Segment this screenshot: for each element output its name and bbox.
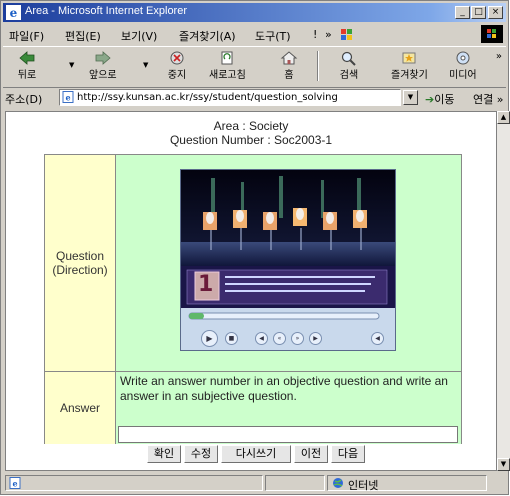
standard-toolbar: 뒤로 ▼ 앞으로 ▼ 중지 새로고침 홈 검색 즐겨찾기 미디어 » [3, 46, 506, 88]
answer-row: Answer Write an answer number in an obje… [45, 372, 461, 444]
status-bar: e 인터넷 [3, 473, 506, 493]
menu-favorites[interactable]: 즐겨찾기(A) [179, 28, 236, 44]
forward-dropdown-icon[interactable]: ▼ [143, 61, 148, 69]
forward-button[interactable]: 앞으로 [89, 50, 117, 81]
zone-text: 인터넷 [348, 479, 379, 492]
player-controls: ▶ ■ ◀ « » ▶ ◀ [181, 308, 395, 350]
menu-bar: 파일(F) 편집(E) 보기(V) 즐겨찾기(A) 도구(T) ! » [3, 24, 506, 44]
page-status-icon: e [9, 477, 21, 489]
security-zone-panel: 인터넷 [327, 475, 487, 492]
internet-explorer-icon: e [6, 5, 21, 20]
question-row: Question (Direction) 1 ▶ ■ ◀ « » ▶ ◀ [45, 155, 461, 372]
address-url: http://ssy.kunsan.ac.kr/ssy/student/ques… [77, 92, 338, 103]
home-button[interactable]: 홈 [279, 50, 299, 81]
menu-edit[interactable]: 편집(E) [65, 28, 101, 44]
answer-label: Answer [45, 372, 116, 444]
scroll-down-button[interactable]: ▼ [497, 458, 510, 471]
menu-tools[interactable]: 도구(T) [255, 28, 291, 44]
scroll-up-button[interactable]: ▲ [497, 111, 510, 124]
area-line: Area : Society [213, 119, 289, 133]
caption-number: 1 [198, 272, 214, 297]
forward-arrow-icon [95, 51, 111, 65]
edit-button[interactable]: 수정 [184, 445, 218, 463]
toolbar-overflow[interactable]: » [496, 51, 502, 62]
address-dropdown-button[interactable]: ▼ [403, 90, 418, 105]
globe-icon [333, 478, 343, 488]
media-button[interactable]: 미디어 [449, 50, 477, 81]
confirm-button[interactable]: 확인 [147, 445, 181, 463]
page-icon: e [62, 91, 74, 103]
address-label: 주소(D) [5, 93, 43, 106]
refresh-button[interactable]: 새로고침 [209, 50, 246, 81]
play-icon[interactable]: ▶ [201, 330, 218, 347]
question-meta: Area : Society Question Number : Soc2003… [6, 119, 496, 147]
address-bar: 주소(D) e http://ssy.kunsan.ac.kr/ssy/stude… [3, 88, 506, 108]
refresh-icon [221, 51, 233, 65]
minimize-button[interactable]: _ [455, 6, 470, 19]
stop-button[interactable]: 중지 [167, 50, 187, 81]
vertical-scrollbar[interactable]: ▲ ▼ [497, 111, 510, 471]
links-button[interactable]: 연결 » [473, 91, 503, 107]
status-text-panel: e [5, 475, 263, 491]
back-arrow-icon [19, 51, 35, 65]
address-input[interactable]: e http://ssy.kunsan.ac.kr/ssy/student/que… [59, 89, 401, 106]
menu-file[interactable]: 파일(F) [9, 28, 44, 44]
svg-text:e: e [12, 479, 17, 489]
video-player[interactable]: 1 ▶ ■ ◀ « » ▶ ◀ [180, 169, 396, 351]
back-button[interactable]: 뒤로 [17, 50, 37, 81]
status-panel [265, 475, 325, 491]
previous-icon[interactable]: ◀ [255, 332, 268, 345]
rewrite-button[interactable]: 다시쓰기 [221, 445, 291, 463]
favorites-icon [402, 52, 416, 64]
search-button[interactable]: 검색 [339, 50, 359, 81]
fast-forward-icon[interactable]: » [291, 332, 304, 345]
title-bar: e Area - Microsoft Internet Explorer _ □… [3, 3, 506, 22]
next-button[interactable]: 다음 [331, 445, 365, 463]
back-dropdown-icon[interactable]: ▼ [69, 61, 74, 69]
go-arrow-icon: ➔ [425, 93, 435, 106]
question-number-line: Question Number : Soc2003-1 [169, 133, 333, 147]
toolbar-separator [317, 51, 319, 81]
windows-logo-icon[interactable] [339, 26, 355, 42]
search-icon [341, 51, 356, 66]
next-icon[interactable]: ▶ [309, 332, 322, 345]
volume-icon[interactable]: ◀ [371, 332, 384, 345]
stop-icon [170, 51, 184, 65]
previous-button[interactable]: 이전 [294, 445, 328, 463]
seek-bar[interactable] [181, 310, 395, 322]
question-table: Question (Direction) 1 ▶ ■ ◀ « » ▶ ◀ Ans… [44, 154, 462, 444]
windows-flag-logo [481, 25, 503, 43]
answer-cell: Write an answer number in an objective q… [116, 372, 461, 444]
svg-text:e: e [10, 6, 18, 20]
answer-instructions: Write an answer number in an objective q… [120, 374, 448, 403]
favorites-button[interactable]: 즐겨찾기 [391, 50, 428, 81]
menu-overflow[interactable]: » [325, 28, 332, 41]
stop-media-icon[interactable]: ■ [225, 332, 238, 345]
question-cell: 1 ▶ ■ ◀ « » ▶ ◀ [116, 155, 461, 371]
svg-text:e: e [65, 93, 70, 103]
rewind-icon[interactable]: « [273, 332, 286, 345]
home-icon [280, 51, 298, 65]
question-label: Question (Direction) [45, 155, 116, 371]
media-icon [456, 51, 470, 65]
page-content: Area : Society Question Number : Soc2003… [5, 111, 497, 471]
maximize-button[interactable]: □ [471, 6, 486, 19]
menu-view[interactable]: 보기(V) [121, 28, 157, 44]
menu-help[interactable]: ! [313, 28, 317, 41]
browser-window: e Area - Microsoft Internet Explorer _ □… [0, 0, 510, 495]
close-button[interactable]: × [488, 6, 503, 19]
answer-input[interactable] [118, 426, 458, 443]
go-button[interactable]: ➔이동 [425, 91, 454, 107]
window-title: Area - Microsoft Internet Explorer [25, 5, 188, 17]
